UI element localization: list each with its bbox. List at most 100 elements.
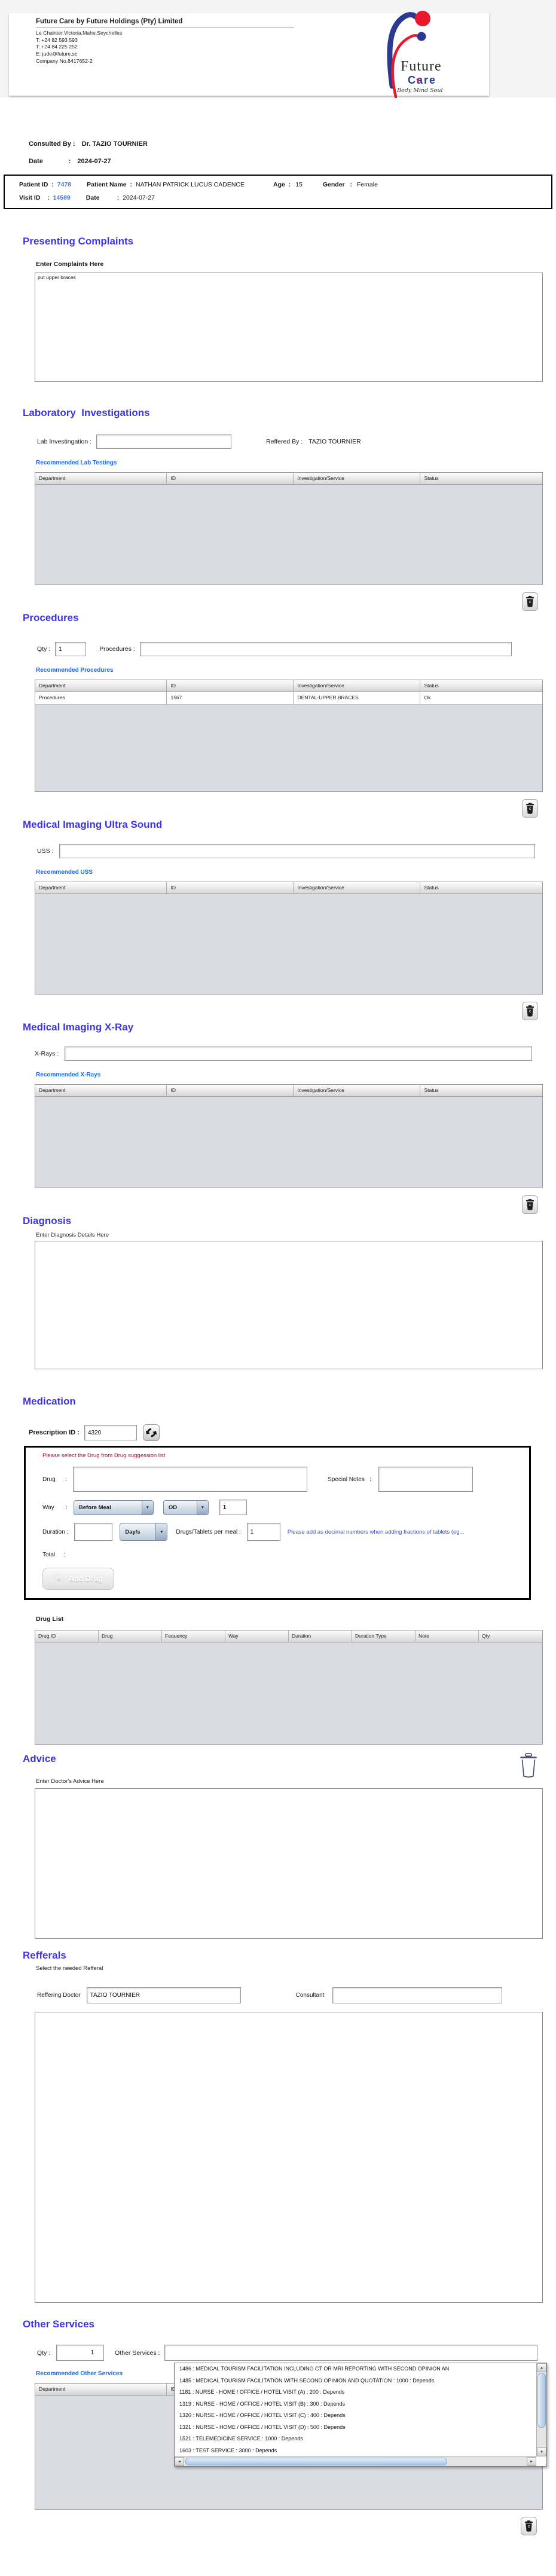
- consultant-input[interactable]: [332, 1987, 502, 2003]
- per-meal-label: Drugs/Tablets per meal :: [176, 1529, 240, 1535]
- col-department: Department: [35, 680, 167, 692]
- table-header-row: Department ID Investigation/Service Stat…: [35, 882, 542, 894]
- consulted-by-value: Dr. TAZIO TOURNIER: [82, 140, 148, 148]
- meal-timing-select[interactable]: Before Meal ▼: [74, 1500, 154, 1515]
- complaints-textarea[interactable]: put upper braces: [35, 273, 543, 382]
- vertical-scrollbar[interactable]: ▲ ▼: [536, 2363, 546, 2456]
- add-drug-button[interactable]: + Add Drug: [42, 1568, 114, 1590]
- prescription-id-label: Prescription ID :: [29, 1429, 80, 1436]
- drug-list-table: Drug ID Drug Fequency Way Duration Durat…: [35, 1630, 543, 1745]
- patient-name-value: NATHAN PATRICK LUCUS CADENCE: [136, 181, 245, 188]
- delete-uss-button[interactable]: c: [522, 1002, 538, 1020]
- table-row[interactable]: Procedures 1567 DENTAL-UPPER BRACES Ok: [35, 692, 542, 705]
- scroll-up-icon[interactable]: ▲: [537, 2363, 546, 2372]
- procedures-qty-input[interactable]: [55, 642, 86, 656]
- section-title-laboratory: Laboratory Investigations: [23, 407, 556, 419]
- suggestion-item[interactable]: 1320 : NURSE - HOME / OFFICE / HOTEL VIS…: [175, 2410, 536, 2422]
- gender-label: Gender :: [323, 181, 352, 188]
- os-input[interactable]: [164, 2345, 537, 2361]
- section-title-other-services: Other Services: [23, 2318, 556, 2330]
- section-title-ultrasound: Medical Imaging Ultra Sound: [23, 819, 556, 831]
- add-drug-label: Add Drug: [69, 1575, 103, 1583]
- diagnosis-textarea[interactable]: [35, 1241, 543, 1369]
- table-empty-body: [35, 894, 542, 994]
- col-id: ID: [167, 1085, 294, 1096]
- prescription-id-input[interactable]: [84, 1425, 137, 1440]
- reffered-by-label: Reffered By :: [266, 438, 303, 445]
- suggestion-item[interactable]: 1321 : NURSE - HOME / OFFICE / HOTEL VIS…: [175, 2422, 536, 2434]
- col-department: Department: [35, 1085, 167, 1096]
- col-status: Status: [420, 1085, 542, 1096]
- procedures-input-label: Procedures :: [99, 645, 135, 653]
- col-duration-type: Duration Type: [352, 1630, 416, 1642]
- complaints-sublabel: Enter Complaints Here: [36, 261, 556, 268]
- section-title-advice: Advice: [23, 1753, 56, 1765]
- delete-other-services-button[interactable]: c: [521, 2517, 537, 2535]
- address-line: Company No.8417652-2: [36, 58, 294, 65]
- duration-unit-select[interactable]: Day/s ▼: [120, 1523, 167, 1541]
- os-input-label: Other Services :: [115, 2349, 160, 2357]
- cell-id: 1567: [167, 692, 294, 704]
- suggestion-item[interactable]: 1521 : TELEMEDICINE SERVICE : 1000 : Dep…: [175, 2433, 536, 2445]
- col-status: Status: [420, 882, 542, 894]
- visit-date-value: 2024-07-27: [123, 194, 155, 201]
- address-line: T: +24 84 225 252: [36, 44, 294, 51]
- scroll-down-icon[interactable]: ▼: [537, 2447, 546, 2456]
- way-qty-input[interactable]: [219, 1500, 247, 1515]
- section-title-diagnosis: Diagnosis: [23, 1215, 556, 1227]
- horizontal-scrollbar[interactable]: ◄ ►: [175, 2456, 536, 2466]
- col-department: Department: [35, 473, 167, 484]
- delete-xray-button[interactable]: c: [522, 1195, 538, 1214]
- uss-input[interactable]: [59, 844, 535, 858]
- delete-lab-button[interactable]: c: [522, 592, 538, 611]
- address-line: T: +24 82 593 593: [36, 37, 294, 44]
- refresh-prescription-button[interactable]: [143, 1424, 160, 1441]
- recommended-uss-label: Recommended USS: [36, 869, 556, 876]
- cell-service: DENTAL-UPPER BRACES: [294, 692, 420, 704]
- col-id: ID: [167, 473, 294, 484]
- col-drug: Drug: [99, 1630, 162, 1642]
- letterhead-card: Future Care by Future Holdings (Pty) Lim…: [9, 13, 489, 96]
- suggestion-item[interactable]: 1319 : NURSE - HOME / OFFICE / HOTEL VIS…: [175, 2398, 536, 2410]
- frequency-select[interactable]: OD ▼: [163, 1500, 209, 1515]
- advice-sublabel: Enter Doctor's Advice Here: [36, 1778, 556, 1785]
- age-value: 15: [295, 181, 303, 188]
- col-id: ID: [167, 680, 294, 692]
- patient-info-box: Patient ID : 7478 Patient Name : NATHAN …: [4, 175, 552, 209]
- scroll-left-icon[interactable]: ◄: [175, 2457, 184, 2466]
- suggestion-item[interactable]: 1181 : NURSE - HOME / OFFICE / HOTEL VIS…: [175, 2387, 536, 2398]
- visit-id-value: 14589: [53, 194, 71, 201]
- procedures-input[interactable]: [140, 642, 512, 656]
- refferal-list-box[interactable]: [35, 2012, 543, 2303]
- suggestion-item[interactable]: 1603 : TEST SERVICE : 3000 : Depends: [175, 2445, 536, 2457]
- col-department: Department: [35, 882, 167, 894]
- cell-department: Procedures: [35, 692, 167, 704]
- patient-id-label: Patient ID :: [19, 181, 54, 188]
- address-line: E: jude@future.sc: [36, 51, 294, 58]
- consulted-by-row: Consulted By : Dr. TAZIO TOURNIER: [29, 140, 556, 148]
- plus-icon: +: [54, 1574, 64, 1584]
- scrollbar-thumb[interactable]: [185, 2458, 447, 2465]
- company-logo: Future Care ♥ Body Mind Soul: [359, 7, 484, 97]
- lab-investigation-input[interactable]: [96, 435, 231, 449]
- scrollbar-thumb[interactable]: [537, 2373, 546, 2428]
- logo-word-future: Future: [401, 59, 442, 75]
- reffering-doctor-input[interactable]: [87, 1987, 241, 2003]
- logo-word-care: Care: [408, 74, 436, 87]
- drug-input[interactable]: [73, 1467, 307, 1492]
- per-meal-input[interactable]: [247, 1523, 280, 1541]
- xrays-input[interactable]: [65, 1047, 532, 1061]
- os-qty-input[interactable]: [56, 2345, 104, 2361]
- os-qty-label: Qty :: [37, 2349, 50, 2357]
- table-empty-body: [35, 485, 542, 585]
- special-notes-input[interactable]: [378, 1467, 473, 1492]
- advice-textarea[interactable]: [35, 1788, 543, 1939]
- col-drug-id: Drug ID: [35, 1630, 99, 1642]
- duration-input[interactable]: [74, 1523, 112, 1541]
- delete-advice-button[interactable]: [518, 1753, 539, 1778]
- suggestion-item[interactable]: 1485 : MEDICAL TOURISM FACILITATION WITH…: [175, 2375, 536, 2387]
- delete-procedures-button[interactable]: c: [522, 799, 538, 818]
- suggestion-item[interactable]: 1486 : MEDICAL TOURISM FACILITATION INCL…: [175, 2363, 536, 2375]
- scroll-right-icon[interactable]: ►: [527, 2457, 536, 2466]
- cell-status: Ok: [420, 692, 542, 704]
